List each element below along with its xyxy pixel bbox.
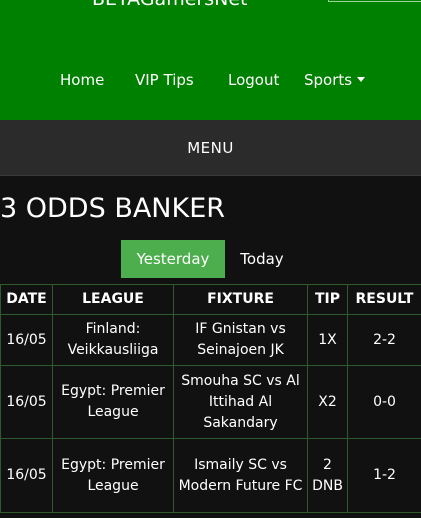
page-title: 3 ODDS BANKER — [0, 193, 226, 224]
cell-league: Egypt: Premier League — [52, 365, 174, 439]
column-header-fixture: FIXTURE — [173, 284, 308, 315]
column-header-date: DATE — [0, 284, 53, 315]
table-header-row: DATE LEAGUE FIXTURE TIP RESULT — [0, 284, 421, 315]
table-row: 16/05 Egypt: Premier League Ismaily SC v… — [0, 438, 421, 513]
main-nav: Home VIP Tips Logout Sports — [0, 71, 421, 91]
nav-sports-label: Sports — [304, 71, 353, 89]
nav-vip-tips[interactable]: VIP Tips — [135, 71, 194, 89]
table-row: 16/05 Finland: Veikkausliiga IF Gnistan … — [0, 314, 421, 366]
caret-down-icon — [357, 77, 366, 82]
cell-league: Finland: Veikkausliiga — [52, 314, 174, 366]
tips-table: DATE LEAGUE FIXTURE TIP RESULT 16/05 Fin… — [0, 284, 421, 513]
cell-tip: X2 — [307, 365, 348, 439]
cell-tip: 1X — [307, 314, 348, 366]
cell-tip: 2 DNB — [307, 438, 348, 513]
cell-result: 0-0 — [347, 365, 421, 439]
tab-yesterday[interactable]: Yesterday — [121, 240, 225, 278]
cell-date: 16/05 — [0, 438, 53, 513]
nav-home[interactable]: Home — [60, 71, 104, 89]
tab-today[interactable]: Today — [229, 240, 295, 278]
table-row: 16/05 Egypt: Premier League Smouha SC vs… — [0, 365, 421, 439]
column-header-tip: TIP — [307, 284, 348, 315]
cell-result: 2-2 — [347, 314, 421, 366]
nav-sports[interactable]: Sports — [304, 71, 366, 89]
menu-label: MENU — [187, 138, 234, 157]
site-title[interactable]: BETAGamersNet — [92, 0, 247, 10]
cell-league: Egypt: Premier League — [52, 438, 174, 513]
column-header-result: RESULT — [347, 284, 421, 315]
column-header-league: LEAGUE — [52, 284, 174, 315]
cell-fixture: Ismaily SC vs Modern Future FC — [173, 438, 308, 513]
cell-fixture: IF Gnistan vs Seinajoen JK — [173, 314, 308, 366]
day-tabs: Yesterday Today — [0, 240, 421, 278]
cell-result: 1-2 — [347, 438, 421, 513]
header-search-box[interactable] — [328, 0, 421, 2]
menu-toggle[interactable]: MENU — [0, 120, 421, 176]
nav-logout[interactable]: Logout — [228, 71, 279, 89]
cell-fixture: Smouha SC vs Al Ittihad Al Sakandary — [173, 365, 308, 439]
cell-date: 16/05 — [0, 314, 53, 366]
cell-date: 16/05 — [0, 365, 53, 439]
site-header: BETAGamersNet Home VIP Tips Logout Sport… — [0, 0, 421, 120]
